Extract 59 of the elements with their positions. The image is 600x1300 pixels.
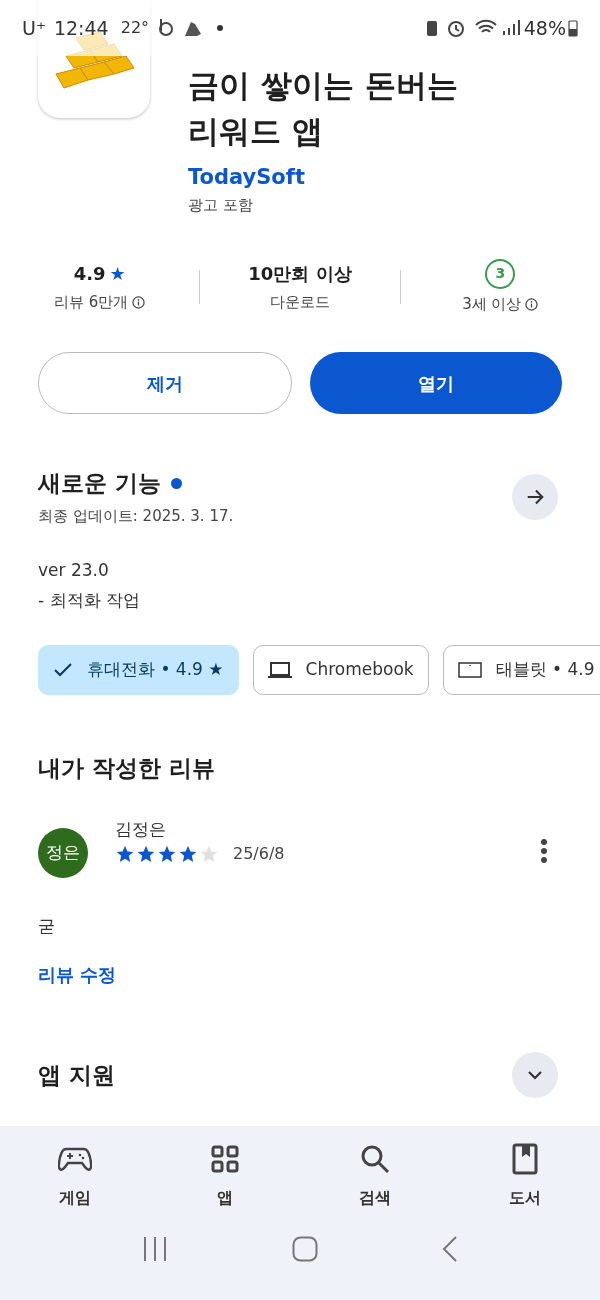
star-icon: ★ bbox=[109, 260, 126, 288]
nav-tab[interactable]: 앱 bbox=[150, 1142, 300, 1210]
tablet-icon bbox=[457, 661, 482, 679]
review-date: 25/6/8 bbox=[233, 843, 285, 866]
app-title: 리워드 앱 bbox=[188, 112, 324, 151]
review-text: 굳 bbox=[37, 914, 56, 938]
release-note: - 최적화 작업 bbox=[38, 589, 141, 612]
star-icon bbox=[136, 844, 156, 865]
reviewer-name: 김정은 bbox=[115, 817, 167, 841]
star-icon bbox=[157, 844, 177, 865]
stat-label: 다운로드 bbox=[270, 292, 330, 314]
device-chip[interactable]: 휴대전화 • 4.9 ★ bbox=[38, 645, 239, 695]
carrier-label: U⁺ bbox=[22, 15, 46, 41]
download-count: 10만회 이상 bbox=[248, 262, 352, 287]
uninstall-button[interactable]: 제거 bbox=[38, 352, 292, 414]
nav-tab[interactable]: 게임 bbox=[0, 1142, 150, 1210]
battery-percent: 48% bbox=[523, 15, 566, 41]
arrow-button[interactable] bbox=[512, 474, 558, 520]
section-title: 새로운 기능 bbox=[38, 469, 161, 498]
star-icon bbox=[115, 844, 135, 865]
nav-tab[interactable]: 도서 bbox=[450, 1142, 600, 1210]
stat-label: 3세 이상 bbox=[462, 293, 522, 315]
star-icon bbox=[178, 844, 198, 865]
signal-icon bbox=[501, 20, 520, 36]
battery-icon bbox=[568, 19, 578, 37]
clock: 12:44 bbox=[53, 15, 109, 41]
user-avatar: 정은 bbox=[38, 827, 88, 878]
age-rating-badge: 3 bbox=[485, 258, 516, 289]
apps-grid-icon bbox=[211, 1145, 239, 1173]
ads-note: 광고 포함 bbox=[188, 194, 254, 216]
recent-apps-icon[interactable] bbox=[142, 1237, 168, 1261]
search-icon bbox=[360, 1144, 390, 1174]
nav-tab[interactable]: 검색 bbox=[300, 1142, 450, 1210]
open-button[interactable]: 열기 bbox=[310, 352, 562, 414]
section-title: 앱 지원 bbox=[38, 1060, 115, 1090]
battery-saver-icon bbox=[425, 19, 438, 37]
back-icon[interactable] bbox=[442, 1236, 458, 1262]
gamepad-icon bbox=[58, 1146, 92, 1172]
developer-link[interactable]: TodaySoft bbox=[188, 162, 458, 194]
chevron-icon bbox=[527, 1070, 543, 1080]
info-icon bbox=[525, 297, 539, 311]
home-icon[interactable] bbox=[292, 1236, 318, 1262]
star-icon bbox=[199, 844, 219, 865]
device-chip[interactable]: Chromebook bbox=[252, 645, 429, 695]
section-title: 내가 작성한 리뷰 bbox=[37, 754, 216, 783]
temperature: 22° bbox=[120, 17, 150, 39]
app-title: 금이 쌓이는 돈버는 bbox=[188, 66, 458, 105]
check-icon bbox=[53, 662, 73, 678]
release-note: ver 23.0 bbox=[38, 559, 110, 582]
device-chip[interactable]: 태블릿 • 4.9 bbox=[442, 645, 600, 695]
update-date: 최종 업데이트: 2025. 3. 17. bbox=[38, 505, 234, 527]
book-icon bbox=[512, 1143, 538, 1175]
edit-review-link[interactable]: 리뷰 수정 bbox=[38, 964, 117, 985]
alarm-icon bbox=[445, 18, 466, 38]
stat-label: 리뷰 6만개 bbox=[54, 292, 129, 314]
more-options-icon[interactable] bbox=[540, 837, 548, 864]
laptop-icon bbox=[267, 661, 292, 679]
info-icon bbox=[132, 296, 146, 309]
rating-value: 4.9 bbox=[73, 262, 106, 287]
